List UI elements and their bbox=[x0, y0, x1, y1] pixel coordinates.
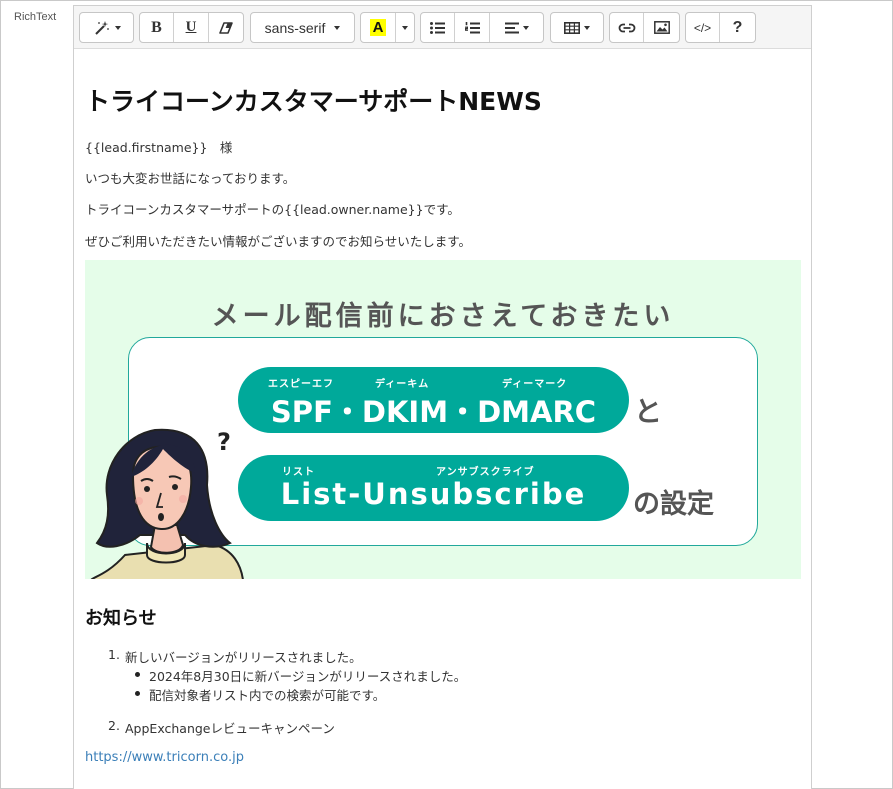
underline-button[interactable]: U bbox=[174, 13, 209, 42]
align-left-icon bbox=[504, 22, 519, 33]
greeting-text: いつも大変お世話になっております。 bbox=[85, 171, 296, 186]
font-family-select[interactable]: sans-serif bbox=[251, 13, 354, 42]
chevron-down-icon bbox=[522, 25, 529, 30]
pill2-text: List-Unsubscribe bbox=[280, 477, 587, 511]
align-dropdown-button[interactable] bbox=[490, 13, 543, 42]
chevron-down-icon bbox=[114, 25, 121, 30]
intro-text: トライコーンカスタマーサポートの{{lead.owner.name}}です。 bbox=[85, 202, 460, 217]
color-group: A bbox=[360, 12, 415, 43]
bullet-icon bbox=[135, 672, 140, 677]
page-title: トライコーンカスタマーサポートNEWS bbox=[85, 87, 542, 116]
insert-group bbox=[609, 12, 680, 43]
image-icon bbox=[653, 21, 670, 34]
insert-link-button[interactable] bbox=[610, 13, 644, 42]
format-group: B U bbox=[139, 12, 244, 43]
pill1-suffix: と bbox=[634, 395, 663, 428]
magic-wand-icon bbox=[94, 20, 109, 35]
numbered-list-button[interactable] bbox=[455, 13, 490, 42]
insert-image-button[interactable] bbox=[644, 13, 679, 42]
chevron-down-icon bbox=[402, 25, 408, 30]
link-icon bbox=[618, 23, 635, 32]
rich-text-editor[interactable]: B U sans-serif A </> ? トライコーンカスタマーサポートNE… bbox=[73, 5, 812, 789]
style-group bbox=[79, 12, 134, 43]
chevron-down-icon bbox=[584, 25, 590, 30]
magic-style-button[interactable] bbox=[80, 13, 133, 42]
website-link[interactable]: https://www.tricorn.co.jp bbox=[85, 750, 244, 765]
code-view-button[interactable]: </> bbox=[686, 13, 720, 42]
paragraph-group bbox=[420, 12, 544, 43]
section-title: お知らせ bbox=[85, 608, 157, 629]
salutation-text: {{lead.firstname}} 様 bbox=[85, 140, 233, 155]
news-sub-item: 2024年8月30日に新バージョンがリリースされました。 bbox=[149, 669, 467, 684]
eraser-icon bbox=[219, 21, 233, 34]
banner-heading: メール配信前におさえておきたい bbox=[211, 301, 675, 332]
ruby-spf: エスピーエフ bbox=[268, 379, 334, 390]
list-number: 2. bbox=[108, 718, 120, 733]
spf-dkim-dmarc-pill: エスピーエフ ディーキム ディーマーク SPF・DKIM・DMARC bbox=[238, 367, 629, 433]
chevron-down-icon bbox=[334, 25, 341, 30]
news-sub-item: 配信対象者リスト内での検索が可能です。 bbox=[149, 688, 386, 703]
list-unsubscribe-pill: リスト アンサブスクライブ List-Unsubscribe bbox=[238, 455, 629, 521]
table-group bbox=[550, 12, 604, 43]
bullet-list-button[interactable] bbox=[421, 13, 455, 42]
pill1-text: SPF・DKIM・DMARC bbox=[270, 395, 597, 429]
banner-image[interactable]: メール配信前におさえておきたい エスピーエフ ディーキム ディーマーク SPF・… bbox=[85, 260, 801, 579]
news-item-2: AppExchangeレビューキャンペーン bbox=[125, 721, 335, 736]
ruby-dmarc: ディーマーク bbox=[502, 379, 568, 390]
table-icon bbox=[564, 21, 580, 34]
highlight-letter-icon: A bbox=[369, 19, 387, 36]
numbered-list-icon bbox=[464, 21, 480, 33]
notice-text: ぜひご利用いただきたい情報がございますのでお知らせいたします。 bbox=[85, 234, 472, 249]
bold-button[interactable]: B bbox=[140, 13, 174, 42]
ruby-dkim: ディーキム bbox=[375, 379, 430, 390]
field-label: RichText bbox=[14, 11, 57, 23]
ruby-unsubscribe: アンサブスクライブ bbox=[436, 467, 535, 478]
font-family-value: sans-serif bbox=[264, 19, 326, 36]
table-insert-button[interactable] bbox=[551, 13, 603, 42]
color-dropdown-button[interactable] bbox=[396, 13, 414, 42]
editor-toolbar: B U sans-serif A </> ? bbox=[74, 6, 811, 49]
clear-format-button[interactable] bbox=[209, 13, 243, 42]
confused-woman-illustration bbox=[90, 428, 244, 579]
highlight-color-button[interactable]: A bbox=[361, 13, 396, 42]
misc-group: </> ? bbox=[685, 12, 756, 43]
font-family-group: sans-serif bbox=[250, 12, 355, 43]
ruby-list: リスト bbox=[282, 467, 315, 478]
bullet-icon bbox=[135, 691, 140, 696]
list-number: 1. bbox=[108, 647, 120, 662]
news-item-1: 新しいバージョンがリリースされました。 bbox=[125, 650, 362, 665]
help-button[interactable]: ? bbox=[720, 13, 755, 42]
pill2-suffix: の設定 bbox=[633, 489, 714, 520]
bullet-list-icon bbox=[430, 21, 445, 34]
